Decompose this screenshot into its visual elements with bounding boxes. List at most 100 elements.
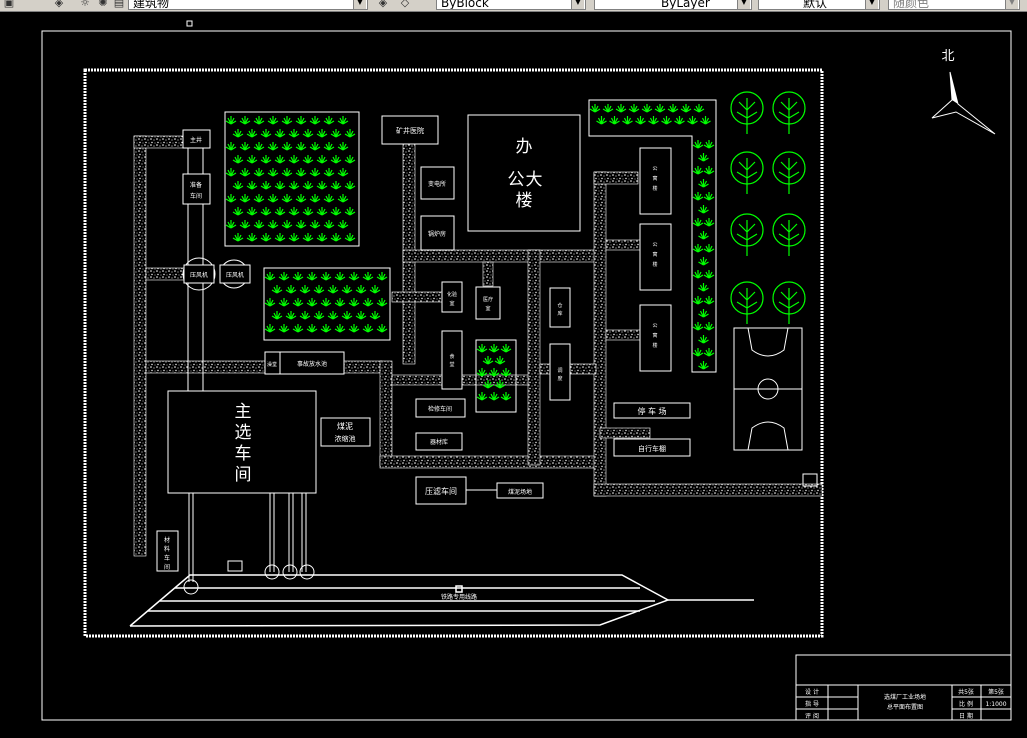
grass-icon — [697, 152, 710, 162]
grip-handle[interactable] — [186, 20, 193, 27]
grass-icon — [376, 323, 388, 333]
design-label: 设 计 — [805, 688, 819, 696]
grass-icon — [281, 115, 293, 125]
grass-icon — [355, 310, 367, 320]
grass-icon — [299, 284, 311, 294]
accident-pool-label: 事故放水池 — [297, 360, 327, 368]
lightbulb-icon[interactable]: ☼ — [78, 0, 92, 9]
layer-stack-icon[interactable]: ◈ — [52, 0, 66, 9]
grass-icon — [334, 323, 346, 333]
txt-dorm1-char: 寓 — [652, 175, 657, 182]
txt-material-char: 间 — [164, 563, 170, 571]
txt-main-char: 选 — [235, 423, 252, 443]
grass-icon — [288, 206, 300, 216]
medical-room — [475, 286, 501, 320]
grass-icon — [253, 167, 265, 177]
grass-icon — [500, 343, 512, 353]
grass-icon — [267, 167, 279, 177]
layer-dropdown[interactable]: 建筑物 ▼ — [128, 0, 368, 10]
compressor-2-label: 压风机 — [226, 271, 244, 279]
grass-icon — [302, 206, 314, 216]
drawing-canvas[interactable]: 北 办公 大楼 主选车间 矿井医院 变电所 锅炉房 主井 准备 车间 压风机 压… — [0, 12, 1027, 738]
grass-icon — [278, 323, 290, 333]
grass-icon — [239, 219, 251, 229]
dispatch-label-1: 调 — [557, 367, 562, 374]
grass-icon — [232, 128, 244, 138]
grass-icon — [313, 284, 325, 294]
grass-icon — [703, 321, 715, 331]
txt-dorm3-char: 楼 — [652, 342, 657, 349]
grass-icon — [348, 297, 360, 307]
txt-office-char: 楼 — [516, 191, 533, 211]
grass-icon — [341, 284, 353, 294]
layer-previous-icon[interactable]: ◇ — [398, 0, 412, 9]
plotstyle-dropdown[interactable]: 随颜色 ▼ — [888, 0, 1020, 10]
chevron-down-icon[interactable]: ▼ — [865, 0, 878, 9]
grass-icon — [225, 115, 237, 125]
chevron-down-icon[interactable]: ▼ — [353, 0, 366, 9]
lineweight-dropdown[interactable]: 默认 ▼ — [758, 0, 880, 10]
grass-icon — [309, 115, 321, 125]
grass-icon — [320, 271, 332, 281]
color-dropdown[interactable]: ByBlock ▼ — [436, 0, 586, 10]
grass-icon — [686, 115, 699, 125]
grass-icon — [302, 128, 314, 138]
tree-icon — [730, 213, 764, 256]
grass-icon — [288, 232, 300, 242]
grass-icon — [692, 295, 704, 305]
grass-icon — [260, 206, 272, 216]
grass-icon — [376, 271, 388, 281]
grass-icon — [488, 391, 500, 401]
grass-icon — [369, 284, 381, 294]
grass-icon — [285, 310, 297, 320]
title-line-1: 选煤厂工业场地 — [884, 693, 926, 701]
grass-icon — [697, 204, 710, 214]
sun-icon[interactable]: ✺ — [96, 0, 110, 9]
tree-icon — [730, 151, 764, 194]
make-current-icon[interactable]: ◈ — [376, 0, 390, 9]
layer-manager-icon[interactable]: ▣ — [2, 0, 16, 9]
lineweight-dropdown-value: 默认 — [803, 0, 828, 10]
grass-icon — [295, 193, 307, 203]
grass-icon — [337, 219, 349, 229]
grass-icon — [264, 297, 276, 307]
grass-icon — [239, 167, 251, 177]
chevron-down-icon[interactable]: ▼ — [571, 0, 584, 9]
main-shaft-label: 主井 — [190, 136, 202, 144]
chevron-down-icon[interactable]: ▼ — [737, 0, 750, 9]
properties-toolbar: ▣ ◈ ☼ ✺ ▤ 建筑物 ▼ ◈ ◇ ByBlock ▼ ByLayer ▼ … — [0, 0, 1027, 12]
store2-label-2: 库 — [557, 310, 562, 317]
grass-icon — [667, 103, 679, 113]
txt-main-char: 主 — [235, 402, 252, 422]
lock-icon[interactable]: ▤ — [112, 0, 126, 9]
grass-icon — [239, 115, 251, 125]
inspection-label: 检修车间 — [428, 405, 452, 413]
grass-icon — [703, 191, 715, 201]
grass-icon — [309, 219, 321, 229]
aux-shaft-label-2: 车间 — [190, 192, 202, 200]
grass-icon — [628, 103, 640, 113]
linetype-dropdown[interactable]: ByLayer ▼ — [594, 0, 752, 10]
chevron-down-icon[interactable]: ▼ — [1005, 0, 1018, 9]
grass-icon — [274, 180, 286, 190]
grass-icon — [274, 154, 286, 164]
grass-icon — [302, 154, 314, 164]
grass-icon — [673, 115, 686, 125]
grass-icon — [260, 232, 272, 242]
grass-icon — [323, 219, 335, 229]
grass-icon — [330, 206, 342, 216]
scale-value: 1:1000 — [985, 701, 1006, 708]
grass-icon — [323, 167, 335, 177]
grass-icon — [341, 310, 353, 320]
lawn-area-1 — [224, 111, 360, 247]
title-line-2: 总平面布置图 — [887, 703, 923, 711]
grass-icon — [602, 103, 614, 113]
grass-icon — [330, 128, 342, 138]
slime-label-2: 浓缩池 — [335, 434, 356, 443]
grass-icon — [281, 193, 293, 203]
press-pool-label: 煤泥场地 — [508, 488, 532, 496]
grass-icon — [316, 154, 328, 164]
grass-icon — [295, 141, 307, 151]
grass-icon — [253, 219, 265, 229]
grass-icon — [369, 310, 381, 320]
